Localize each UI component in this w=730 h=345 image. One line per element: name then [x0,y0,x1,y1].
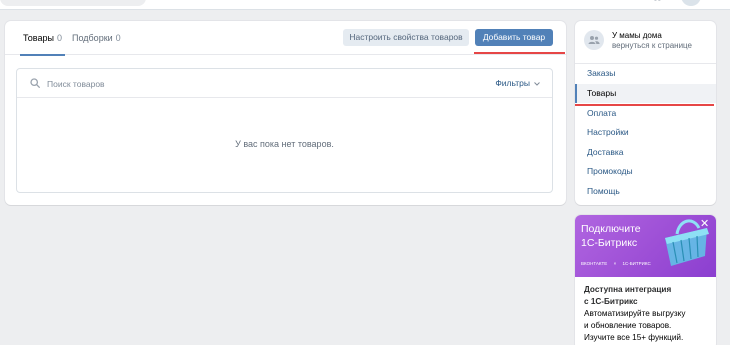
bitrix-logo: 1С-БИТРИКС [622,261,651,266]
search-icon [30,78,40,88]
highlight-underline [474,52,565,54]
ad-title: Доступна интеграция с 1С-Битрикс [584,284,671,308]
ad-body-line2: и обновление товаров. [584,321,672,330]
filters-dropdown[interactable]: Фильтры [495,69,540,98]
ad-brand-logos: ВКОНТАКТЕ × 1С-БИТРИКС [581,261,651,266]
goods-panel: Товары 0 Подборки 0 Настроить свойства тов… [5,21,566,205]
menu-item-payment[interactable]: Оплата [575,104,716,123]
filters-label: Фильтры [495,78,530,88]
ad-banner: Подключите 1С-Битрикс ВКОНТАКТЕ × 1С-БИТ… [575,215,716,277]
ad-body: Автоматизируйте выгрузку и обновление то… [584,308,714,344]
brand-separator: × [613,261,617,266]
menu-item-goods[interactable]: Товары [575,84,716,103]
ad-headline-line2: 1С-Битрикс [581,237,638,249]
top-navigation-bar: ▪▪ [0,0,730,10]
bitrix-ad[interactable]: Подключите 1С-Битрикс ВКОНТАКТЕ × 1С-БИТ… [575,215,716,345]
empty-state-message: У вас пока нет товаров. [235,139,334,149]
back-to-page-link[interactable]: вернуться к странице [612,41,692,51]
tab-collections-label: Подборки [72,33,113,43]
tab-goods[interactable]: Товары 0 [20,21,65,56]
add-product-button[interactable]: Добавить товар [475,29,553,46]
menu-item-help[interactable]: Помощь [575,182,716,201]
ad-body-line1: Автоматизируйте выгрузку [584,309,686,318]
ad-body-line3: Изучите все 15+ функций. [584,333,684,342]
tab-collections[interactable]: Подборки 0 [72,21,121,55]
community-avatar [584,30,604,50]
ad-headline: Подключите 1С-Битрикс [581,222,641,250]
chevron-down-icon [534,81,540,86]
global-search-field[interactable] [0,0,146,6]
menu-item-delivery[interactable]: Доставка [575,143,716,162]
apps-icon[interactable]: ▪▪ [654,0,662,4]
tab-goods-count: 0 [56,33,62,43]
goods-search-input[interactable] [47,74,427,93]
goods-search-bar: Фильтры [17,69,552,98]
tab-collections-count: 0 [115,33,121,43]
configure-properties-button[interactable]: Настроить свойства товаров [343,29,469,46]
goods-tabs: Товары 0 Подборки 0 Настроить свойства тов… [5,21,566,56]
community-header[interactable]: У мамы дома вернуться к странице [575,21,716,61]
vk-logo: ВКОНТАКТЕ [581,261,608,266]
user-avatar[interactable] [681,0,701,6]
ad-title-line1: Доступна интеграция [584,285,672,294]
menu-item-promocodes[interactable]: Промокоды [575,162,716,181]
menu-item-orders[interactable]: Заказы [575,64,716,83]
community-name: У мамы дома [612,31,662,40]
close-icon[interactable]: ✕ [700,219,709,230]
community-sidebar: У мамы дома вернуться к странице Заказы … [575,21,716,205]
tab-goods-label: Товары [23,33,54,43]
ad-headline-line1: Подключите [581,223,641,235]
menu-item-settings[interactable]: Настройки [575,123,716,142]
top-nav-item[interactable] [163,0,203,2]
goods-list: Фильтры У вас пока нет товаров. [16,68,553,193]
users-icon [588,36,600,44]
ad-title-line2: с 1С-Битрикс [584,297,638,306]
